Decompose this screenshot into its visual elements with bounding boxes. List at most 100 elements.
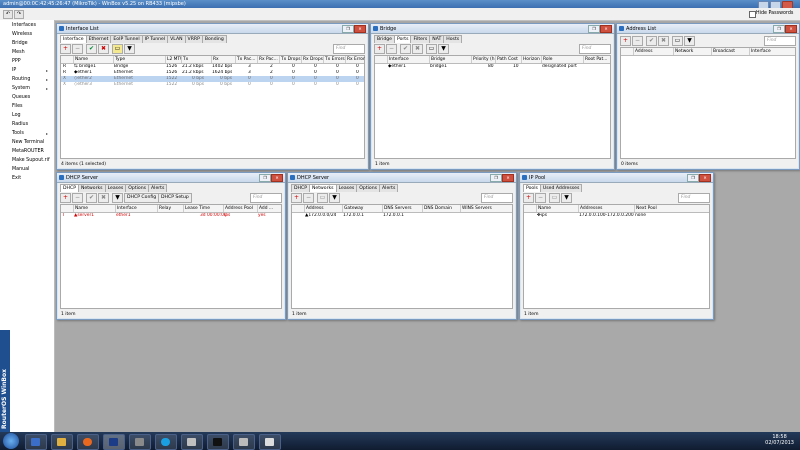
tab-leases[interactable]: Leases: [104, 184, 127, 192]
remove-icon[interactable]: −: [303, 193, 314, 203]
column-header[interactable]: Gateway: [342, 205, 382, 212]
enable-icon[interactable]: ✔: [400, 44, 411, 54]
taskbar-app[interactable]: [77, 434, 99, 450]
column-header[interactable]: Rx: [211, 56, 235, 63]
tab-ethernet[interactable]: Ethernet: [85, 35, 112, 43]
column-header[interactable]: Relay: [157, 205, 183, 212]
column-header[interactable]: Type: [113, 56, 165, 63]
restore-icon[interactable]: ❐: [342, 25, 354, 33]
disable-icon[interactable]: ✖: [98, 44, 109, 54]
sidebar-item-mesh[interactable]: Mesh: [12, 50, 25, 55]
column-header[interactable]: Next Pool: [634, 205, 706, 212]
restore-icon[interactable]: ❐: [687, 174, 699, 182]
add-icon[interactable]: +: [291, 193, 302, 203]
sidebar-item-make-supout[interactable]: Make Supout.rif: [12, 158, 50, 163]
column-header[interactable]: Rx Pac...: [257, 56, 279, 63]
column-header[interactable]: Tx Errors: [323, 56, 345, 63]
column-header[interactable]: Add ...: [257, 205, 283, 212]
enable-icon[interactable]: ✔: [86, 193, 97, 203]
enable-icon[interactable]: ✔: [646, 36, 657, 46]
remove-icon[interactable]: −: [72, 193, 83, 203]
column-header[interactable]: Name: [536, 205, 578, 212]
column-header[interactable]: Lease Time: [183, 205, 223, 212]
undo-icon[interactable]: ↶: [3, 10, 13, 19]
tab-ports[interactable]: Ports: [393, 35, 412, 43]
column-header[interactable]: Address Pool: [223, 205, 257, 212]
sidebar-item-radius[interactable]: Radius: [12, 122, 28, 127]
window-title-bar[interactable]: Bridge ❐ ✕: [371, 24, 614, 34]
tab-bonding[interactable]: Bonding: [201, 35, 227, 43]
tab-leases[interactable]: Leases: [335, 184, 358, 192]
hide-passwords-checkbox[interactable]: [749, 11, 756, 18]
comment-icon[interactable]: ▭: [112, 44, 123, 54]
column-header[interactable]: DNS Servers: [382, 205, 422, 212]
column-header[interactable]: DNS Domain: [422, 205, 460, 212]
copy-icon[interactable]: ▭: [317, 193, 328, 203]
column-header[interactable]: L2 MTU: [165, 56, 181, 63]
remove-icon[interactable]: −: [72, 44, 83, 54]
tab-bridge[interactable]: Bridge: [374, 35, 395, 43]
find-input[interactable]: Find: [481, 193, 513, 203]
close-icon[interactable]: ✕: [785, 25, 797, 33]
remove-icon[interactable]: −: [535, 193, 546, 203]
column-header[interactable]: Tx: [181, 56, 211, 63]
window-title-bar[interactable]: Address List ❐ ✕: [617, 24, 799, 34]
column-header[interactable]: Rx Drops: [301, 56, 323, 63]
tab-networks[interactable]: Networks: [77, 184, 106, 192]
disable-icon[interactable]: ✖: [98, 193, 109, 203]
sidebar-item-ppp[interactable]: PPP: [12, 59, 21, 64]
taskbar-app[interactable]: [103, 434, 125, 450]
sidebar-item-log[interactable]: Log: [12, 113, 21, 118]
sidebar-item-files[interactable]: Files: [12, 104, 23, 109]
filter-icon[interactable]: ▼: [112, 193, 123, 203]
column-header[interactable]: Address: [304, 205, 342, 212]
tab-hosts[interactable]: Hosts: [443, 35, 463, 43]
column-header[interactable]: Interface: [115, 205, 157, 212]
restore-icon[interactable]: ❐: [259, 174, 271, 182]
restore-icon[interactable]: ❐: [773, 25, 785, 33]
filter-icon[interactable]: ▼: [438, 44, 449, 54]
close-icon[interactable]: ✕: [699, 174, 711, 182]
taskbar-app[interactable]: [51, 434, 73, 450]
add-icon[interactable]: +: [374, 44, 385, 54]
column-header[interactable]: Horizon: [521, 56, 541, 63]
disable-icon[interactable]: ✖: [412, 44, 423, 54]
sidebar-item-system[interactable]: System: [12, 86, 30, 91]
dhcp-setup-button[interactable]: DHCP Setup: [158, 193, 192, 203]
window-title-bar[interactable]: IP Pool ❐ ✕: [520, 173, 713, 183]
tab-eoip-tunnel[interactable]: EoIP Tunnel: [110, 35, 143, 43]
sidebar-item-new-terminal[interactable]: New Terminal: [12, 140, 44, 145]
column-header[interactable]: Name: [73, 205, 115, 212]
taskbar-app[interactable]: [181, 434, 203, 450]
tab-options[interactable]: Options: [125, 184, 150, 192]
taskbar-app[interactable]: [155, 434, 177, 450]
close-icon[interactable]: ✕: [354, 25, 366, 33]
sidebar-item-metarouter[interactable]: MetaROUTER: [12, 149, 44, 154]
sidebar-item-exit[interactable]: Exit: [12, 176, 21, 181]
table-row[interactable]: ✤ips 172.0.0.100-172.0.0.200 none: [524, 213, 709, 219]
redo-icon[interactable]: ↷: [14, 10, 24, 19]
tab-ip-tunnel[interactable]: IP Tunnel: [141, 35, 169, 43]
tab-pools[interactable]: Pools: [523, 184, 541, 192]
add-icon[interactable]: +: [60, 44, 71, 54]
column-header[interactable]: WINS Servers: [460, 205, 510, 212]
taskbar-app[interactable]: [207, 434, 229, 450]
dhcp-config-button[interactable]: DHCP Config: [124, 193, 160, 203]
taskbar-app[interactable]: [233, 434, 255, 450]
table-row[interactable]: I ▲server1 ether1 3d 00:00:00 ips yes: [61, 213, 281, 219]
tab-vrrp[interactable]: VRRP: [184, 35, 203, 43]
column-header[interactable]: Root Pat...: [583, 56, 609, 63]
column-header[interactable]: Addresses: [578, 205, 634, 212]
find-input[interactable]: Find: [579, 44, 611, 54]
find-input[interactable]: Find: [250, 193, 282, 203]
add-icon[interactable]: +: [60, 193, 71, 203]
close-icon[interactable]: ✕: [600, 25, 612, 33]
column-header[interactable]: Path Cost: [495, 56, 521, 63]
find-input[interactable]: Find: [764, 36, 796, 46]
sidebar-item-wireless[interactable]: Wireless: [12, 32, 32, 37]
add-icon[interactable]: +: [523, 193, 534, 203]
sidebar-item-routing[interactable]: Routing: [12, 77, 30, 82]
window-title-bar[interactable]: DHCP Server ❐ ✕: [288, 173, 516, 183]
tab-networks[interactable]: Networks: [308, 184, 337, 192]
close-icon[interactable]: ✕: [502, 174, 514, 182]
